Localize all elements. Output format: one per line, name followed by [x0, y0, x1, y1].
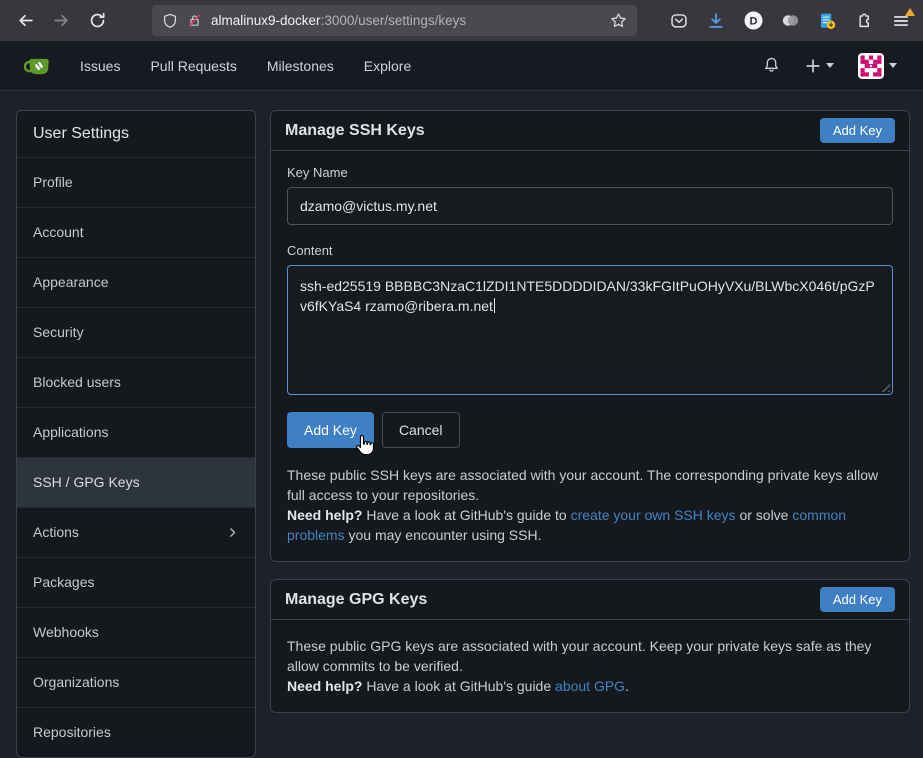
gpg-add-key-toggle-button[interactable]: Add Key [820, 587, 895, 612]
back-arrow-icon [17, 12, 34, 29]
browser-toolbar: almalinux9-docker:3000/user/settings/key… [0, 0, 923, 41]
update-badge [905, 8, 915, 16]
ssh-panel-header: Manage SSH Keys Add Key [271, 111, 909, 151]
sidebar-item-repositories[interactable]: Repositories [17, 707, 255, 757]
gpg-panel-body: These public GPG keys are associated wit… [271, 620, 909, 712]
sidebar-item-actions[interactable]: Actions [17, 507, 255, 557]
need-help-label: Need help? [287, 678, 362, 694]
need-help-label: Need help? [287, 507, 362, 523]
shield-icon[interactable] [162, 13, 178, 29]
ssh-panel-title: Manage SSH Keys [285, 121, 425, 141]
add-key-submit-button[interactable]: Add Key [287, 412, 374, 448]
reload-icon [89, 12, 106, 29]
forward-arrow-icon [53, 12, 70, 29]
content-text: ssh-ed25519 BBBBC3NzaC1lZDI1NTE5DDDDIDAN… [300, 278, 875, 314]
resize-handle-icon[interactable] [879, 381, 890, 392]
notifications-button[interactable] [754, 50, 789, 81]
ssh-keys-panel: Manage SSH Keys Add Key Key Name Content… [270, 110, 910, 562]
gitea-navbar: Issues Pull Requests Milestones Explore [0, 41, 923, 91]
gpg-panel-title: Manage GPG Keys [285, 590, 427, 610]
gpg-panel-header: Manage GPG Keys Add Key [271, 580, 909, 620]
forward-button[interactable] [46, 6, 76, 36]
url-text: almalinux9-docker:3000/user/settings/key… [211, 13, 466, 28]
screen: { "browser": { "url_host": "almalinux9-d… [0, 0, 923, 734]
sidebar-item-account[interactable]: Account [17, 207, 255, 257]
insecure-lock-icon[interactable] [187, 13, 202, 28]
chevron-down-icon [889, 63, 897, 68]
gpg-description-text: These public GPG keys are associated wit… [287, 638, 871, 674]
form-buttons: Add Key Cancel [287, 412, 893, 448]
key-name-label: Key Name [287, 165, 893, 180]
key-name-field: Key Name [287, 165, 893, 225]
sidebar-item-organizations[interactable]: Organizations [17, 657, 255, 707]
cancel-button[interactable]: Cancel [382, 412, 460, 448]
text-caret [494, 298, 496, 313]
account-extension-icon[interactable] [780, 11, 800, 31]
link-create-ssh-keys[interactable]: create your own SSH keys [571, 507, 736, 523]
sidebar-item-profile[interactable]: Profile [17, 157, 255, 207]
d-letter: D [749, 15, 757, 27]
ssh-add-key-toggle-button[interactable]: Add Key [820, 118, 895, 143]
ssh-panel-body: Key Name Content ssh-ed25519 BBBBC3NzaC1… [271, 151, 909, 561]
content-label: Content [287, 243, 893, 258]
extensions-puzzle-icon[interactable] [854, 11, 874, 31]
url-host: almalinux9-docker [211, 13, 321, 28]
bookmark-star-icon[interactable] [610, 12, 627, 29]
content-field: Content ssh-ed25519 BBBBC3NzaC1lZDI1NTE5… [287, 243, 893, 395]
sidebar-item-ssh-gpg-keys[interactable]: SSH / GPG Keys [17, 457, 255, 507]
nav-explore[interactable]: Explore [349, 44, 426, 88]
gitea-logo[interactable] [24, 52, 51, 79]
settings-main: Manage SSH Keys Add Key Key Name Content… [270, 110, 910, 713]
settings-sidebar: User Settings Profile Account Appearance… [16, 110, 256, 758]
url-path: :3000/user/settings/keys [321, 13, 467, 28]
gpg-keys-panel: Manage GPG Keys Add Key These public GPG… [270, 579, 910, 713]
downloads-icon[interactable] [706, 11, 726, 31]
nav-milestones[interactable]: Milestones [252, 44, 349, 88]
sidebar-item-security[interactable]: Security [17, 307, 255, 357]
link-about-gpg[interactable]: about GPG [555, 678, 625, 694]
nav-pull-requests[interactable]: Pull Requests [135, 44, 251, 88]
ssh-description: These public SSH keys are associated wit… [287, 465, 893, 545]
gpg-description: These public GPG keys are associated wit… [287, 636, 893, 696]
settings-page: User Settings Profile Account Appearance… [0, 91, 923, 734]
sidebar-item-webhooks[interactable]: Webhooks [17, 607, 255, 657]
document-extension-icon[interactable] [817, 11, 837, 31]
chevron-down-icon [826, 63, 834, 68]
nav-issues[interactable]: Issues [65, 44, 135, 88]
menu-hamburger-icon[interactable] [891, 11, 911, 31]
url-bar[interactable]: almalinux9-docker:3000/user/settings/key… [152, 5, 637, 36]
sidebar-item-packages[interactable]: Packages [17, 557, 255, 607]
key-name-input[interactable] [287, 187, 893, 225]
plus-icon [805, 58, 821, 74]
ssh-description-text: These public SSH keys are associated wit… [287, 467, 878, 503]
sidebar-item-applications[interactable]: Applications [17, 407, 255, 457]
duckduckgo-extension-icon[interactable]: D [743, 11, 763, 31]
user-avatar [858, 53, 884, 79]
bell-icon [762, 56, 781, 75]
content-textarea[interactable]: ssh-ed25519 BBBBC3NzaC1lZDI1NTE5DDDDIDAN… [287, 265, 893, 395]
pocket-icon[interactable] [669, 11, 689, 31]
user-menu-button[interactable] [850, 47, 905, 85]
create-new-button[interactable] [797, 52, 842, 80]
back-button[interactable] [10, 6, 40, 36]
sidebar-title: User Settings [17, 111, 255, 157]
chevron-right-icon [226, 526, 239, 539]
reload-button[interactable] [82, 6, 112, 36]
sidebar-item-blocked-users[interactable]: Blocked users [17, 357, 255, 407]
sidebar-item-appearance[interactable]: Appearance [17, 257, 255, 307]
